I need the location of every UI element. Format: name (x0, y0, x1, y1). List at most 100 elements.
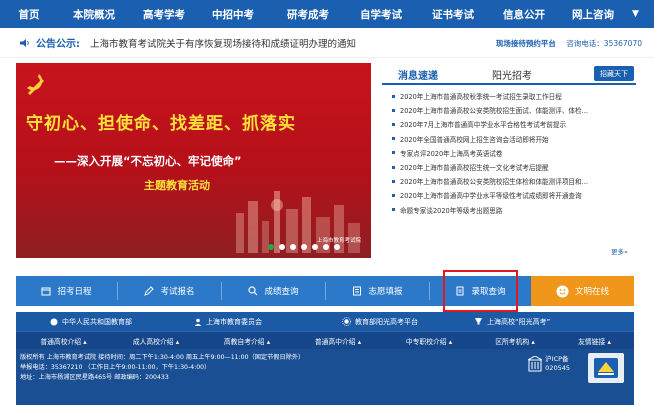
category-high-schools[interactable]: 普通高中介绍 ▴ (293, 336, 383, 346)
footer-link-label: 教育部阳光高考平台 (355, 317, 418, 326)
footer-link-label: 上海高校“阳光高考” (487, 317, 551, 326)
carousel-dot[interactable] (334, 244, 340, 250)
footer-link-sh-sunshine[interactable]: 上海高校“阳光高考” (474, 317, 550, 327)
news-item-text: 2020年上海市普通高中学业水平等级性考试成绩即将开通查询 (400, 192, 582, 201)
category-adult-universities[interactable]: 成人高校介绍 ▴ (111, 336, 201, 346)
service-label: 招考日程 (57, 287, 92, 297)
footer-link-label: 上海市教育委员会 (206, 317, 262, 326)
pencil-icon (144, 286, 155, 296)
consult-phone: 咨询电话：35367070 (566, 39, 642, 48)
tab-sunshine-admission[interactable]: 阳光招考 (492, 67, 532, 82)
nav-zikao[interactable]: 自学考试 (348, 7, 414, 22)
carousel-dot[interactable] (279, 244, 285, 250)
news-item[interactable]: 2020年上海市普通高校秋季统一考试招生录取工作日程 (382, 89, 636, 103)
sun-icon (342, 317, 351, 326)
nav-yankao[interactable]: 研考成考 (268, 7, 348, 22)
footer-link-gaokao[interactable]: 教育部阳光高考平台 (342, 317, 418, 327)
news-item[interactable]: 专家点评2020年上海高考英语试卷 (382, 146, 636, 160)
news-item[interactable]: 2020年上海市普通高校公安类院校招生体检和体能测评项目和... (382, 174, 636, 188)
carousel-dot[interactable] (323, 244, 329, 250)
icp-record[interactable]: 沪ICP备 020545 (528, 355, 570, 373)
nav-zhongkao[interactable]: 中招中考 (198, 7, 268, 22)
news-item[interactable]: 命题专家谈2020年等级考出题思路 (382, 203, 636, 217)
news-item[interactable]: 2020年7月上海市普通高中学业水平合格性考试考前提示 (382, 117, 636, 131)
notice-bar: 公告公示: 上海市教育考试院关于有序恢复现场接待和成绩证明办理的通知 现场接待预… (0, 28, 654, 58)
news-panel: 消息速递 阳光招考 招藏天下 2020年上海市普通高校秋季统一考试招生录取工作日… (382, 63, 636, 258)
speaker-icon (20, 38, 30, 48)
nav-about[interactable]: 本院概况 (58, 7, 130, 22)
bullet-icon (392, 208, 395, 212)
news-item-text: 2020年上海市普通高校公安类院校招生体检和体能测评项目和... (400, 178, 588, 187)
category-vocational[interactable]: 中专职校介绍 ▴ (383, 336, 475, 346)
nav-online-consult-label: 网上咨询 (572, 8, 614, 21)
party-emblem-icon (27, 74, 44, 95)
nav-home[interactable]: 首页 (0, 7, 58, 22)
notice-right: 现场接待预约平台 咨询电话：35367070 (488, 38, 642, 49)
news-item[interactable]: 2020年全国普通高校网上招生咨询会活动即将开始 (382, 132, 636, 146)
service-score-query[interactable]: 成绩查询 (222, 276, 325, 306)
bullet-icon (392, 94, 395, 98)
nav-gaokao[interactable]: 高考学考 (130, 7, 198, 22)
footer-link-moe[interactable]: 中华人民共和国教育部 (50, 317, 132, 327)
carousel-dot[interactable] (312, 244, 318, 250)
news-item[interactable]: 2020年上海市普通高校招生统一文化考试考后提醒 (382, 160, 636, 174)
services-bar: 招考日程 考试报名 成绩查询 志愿填报 录取查询 文明在线 (16, 276, 634, 306)
carousel-dot[interactable] (268, 244, 274, 250)
bullet-icon (392, 165, 395, 169)
government-site-badge[interactable] (588, 353, 624, 383)
reception-booking-link[interactable]: 现场接待预约平台 (496, 39, 556, 48)
news-item[interactable]: 2020年上海市普通高校公安类院校招生面试、体能测评、体检... (382, 103, 636, 117)
banner-caption: 上海市教育考试院 (316, 238, 361, 244)
footer-link-shmec[interactable]: 上海市教育委员会 (194, 317, 262, 327)
category-self-study[interactable]: 高教自考介绍 ▴ (201, 336, 293, 346)
category-general-universities[interactable]: 普通高校介绍 ▴ (16, 336, 111, 346)
banner-slogan-sub: ——深入开展“不忘初心、牢记使命” (54, 154, 242, 168)
service-label: 考试报名 (160, 287, 195, 297)
footer-link-label: 中华人民共和国教育部 (62, 317, 132, 326)
people-icon (194, 318, 202, 326)
smile-icon (556, 285, 569, 298)
news-item[interactable]: 2020年上海市普通高中学业水平等级性考试成绩即将开通查询 (382, 188, 636, 202)
chevron-down-icon[interactable]: ▼ (632, 9, 639, 19)
news-item-text: 2020年上海市普通高校公安类院校招生面试、体能测评、体检... (400, 107, 588, 116)
gov-icon (50, 318, 58, 326)
bullet-icon (392, 179, 395, 183)
carousel-dot[interactable] (301, 244, 307, 250)
service-exam-registration[interactable]: 考试报名 (118, 276, 221, 306)
icp-line: 020545 (545, 364, 570, 372)
service-civilized-online[interactable]: 文明在线 (531, 276, 634, 306)
nav-info-public[interactable]: 信息公开 (492, 7, 556, 22)
highlight-box (443, 270, 518, 312)
bullet-icon (392, 151, 395, 155)
carousel-dot[interactable] (290, 244, 296, 250)
category-friend-links[interactable]: 友情链接 ▴ (555, 336, 634, 346)
badge-icon (594, 358, 618, 378)
footer-address: 地址：上海市杨浦区民星路465号 邮政编码：200433 (20, 374, 169, 381)
building-icon (528, 356, 543, 372)
news-item-text: 2020年全国普通高校网上招生咨询会活动即将开始 (400, 135, 549, 144)
notice-text[interactable]: 上海市教育考试院关于有序恢复现场接待和成绩证明办理的通知 (90, 36, 356, 50)
tab-news-express[interactable]: 消息速递 (398, 67, 438, 82)
search-icon (248, 286, 258, 296)
banner-slogan-main: 守初心、担使命、找差距、抓落实 (26, 114, 296, 134)
bullet-icon (392, 137, 395, 141)
news-item-text: 2020年上海市普通高校招生统一文化考试考后提醒 (400, 164, 549, 173)
banner-slideshow[interactable]: 守初心、担使命、找差距、抓落实 ——深入开展“不忘初心、牢记使命” 主题教育活动… (16, 63, 371, 258)
bullet-icon (392, 122, 395, 126)
nav-certificate[interactable]: 证书考试 (414, 7, 492, 22)
icp-line: 沪ICP备 (545, 355, 569, 363)
bullet-icon (392, 108, 395, 112)
trophy-icon (474, 317, 483, 326)
bullet-icon (392, 193, 395, 197)
footer: 中华人民共和国教育部 上海市教育委员会 教育部阳光高考平台 上海高校“阳光高考”… (16, 312, 634, 405)
service-label: 文明在线 (574, 287, 609, 297)
service-volunteer-filling[interactable]: 志愿填报 (326, 276, 429, 306)
news-more-link[interactable]: 更多» (611, 246, 628, 256)
nav-online-consult[interactable]: 网上咨询 (556, 7, 630, 22)
news-list: 2020年上海市普通高校秋季统一考试招生录取工作日程 2020年上海市普通高校公… (382, 89, 636, 217)
category-district-exam[interactable]: 区所考机构 ▴ (475, 336, 555, 346)
service-exam-schedule[interactable]: 招考日程 (16, 276, 117, 306)
news-feature-button[interactable]: 招藏天下 (594, 66, 634, 81)
news-item-text: 2020年7月上海市普通高中学业水平合格性考试考前提示 (400, 121, 567, 130)
notice-label: 公告公示: (36, 39, 80, 50)
